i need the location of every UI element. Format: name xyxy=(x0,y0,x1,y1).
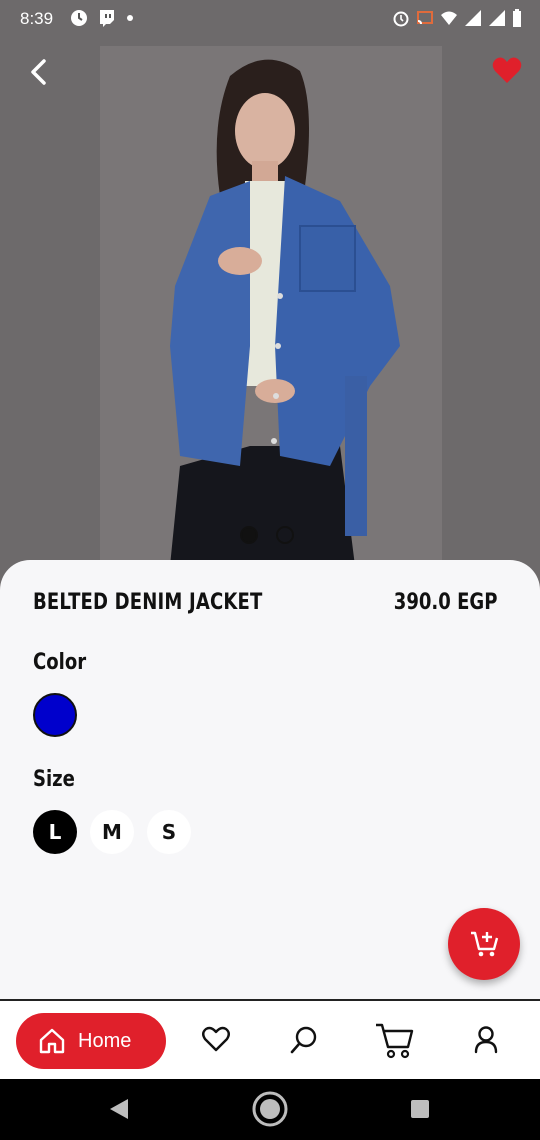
system-home-icon[interactable] xyxy=(251,1090,289,1128)
wifi-icon xyxy=(441,11,457,25)
color-label: Color xyxy=(33,650,87,675)
chevron-left-icon xyxy=(31,59,46,85)
back-button[interactable] xyxy=(22,56,54,88)
color-swatch-blue[interactable] xyxy=(33,693,77,737)
size-label: Size xyxy=(33,767,75,792)
search-icon xyxy=(290,1026,317,1054)
user-icon xyxy=(474,1026,498,1054)
bottom-navigation: Home xyxy=(0,999,540,1079)
heart-icon xyxy=(202,1026,230,1052)
clock-icon xyxy=(71,10,87,26)
size-option-l[interactable]: L xyxy=(33,810,77,854)
status-time: 8:39 xyxy=(20,9,54,28)
carousel-dot-active[interactable] xyxy=(240,526,258,544)
add-to-cart-button[interactable] xyxy=(448,908,520,980)
alarm-icon xyxy=(393,11,409,27)
product-photo[interactable] xyxy=(100,46,442,566)
product-price: 390.0 EGP xyxy=(393,590,497,615)
dot-icon xyxy=(127,15,133,21)
nav-home-button[interactable]: Home xyxy=(16,1013,166,1069)
size-options: L M S xyxy=(33,810,191,854)
nav-search-button[interactable] xyxy=(289,1025,321,1057)
cast-icon xyxy=(417,11,433,25)
nav-favorites-button[interactable] xyxy=(201,1025,233,1057)
signal-icon xyxy=(465,10,481,26)
nav-cart-button[interactable] xyxy=(374,1021,416,1061)
system-navigation-bar xyxy=(0,1079,540,1140)
size-option-m[interactable]: M xyxy=(90,810,134,854)
heart-filled-icon xyxy=(492,57,522,83)
system-back-icon[interactable] xyxy=(108,1098,130,1120)
home-icon xyxy=(39,1028,65,1054)
system-recents-icon[interactable] xyxy=(410,1099,430,1119)
twitch-icon xyxy=(100,10,114,27)
size-option-s[interactable]: S xyxy=(147,810,191,854)
carousel-dot[interactable] xyxy=(276,526,294,544)
nav-home-label: Home xyxy=(78,1029,132,1052)
favorite-button[interactable] xyxy=(492,56,524,88)
signal-icon xyxy=(489,10,505,26)
add-to-cart-icon xyxy=(471,931,499,957)
product-title: BELTED DENIM JACKET xyxy=(33,590,263,615)
cart-icon xyxy=(376,1023,414,1059)
nav-account-button[interactable] xyxy=(472,1025,504,1057)
status-bar: 8:39 xyxy=(0,0,540,38)
image-carousel-indicator xyxy=(240,526,294,544)
model-wearing-jacket-image xyxy=(100,46,442,566)
product-image-area xyxy=(0,0,540,580)
battery-icon xyxy=(513,9,521,27)
